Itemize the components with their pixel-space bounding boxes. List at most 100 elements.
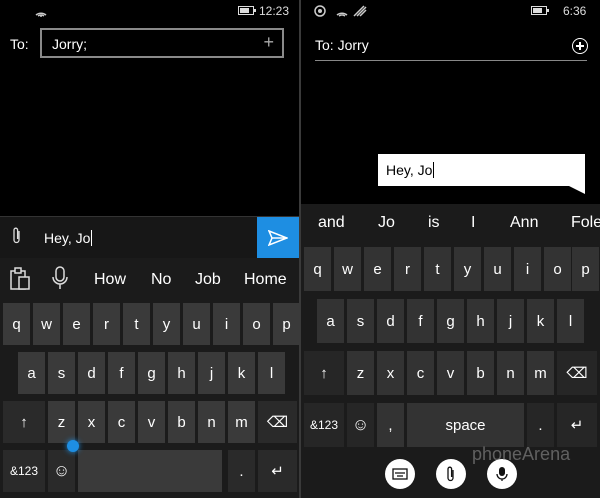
- key-s[interactable]: s: [347, 299, 374, 343]
- key-b[interactable]: b: [168, 401, 195, 443]
- shift-key[interactable]: ↑: [304, 351, 344, 395]
- key-v[interactable]: v: [138, 401, 165, 443]
- suggestion-6[interactable]: Fole: [571, 214, 600, 232]
- key-z[interactable]: z: [48, 401, 75, 443]
- key-j[interactable]: j: [198, 352, 225, 394]
- backspace-key[interactable]: ⌫: [258, 401, 297, 443]
- key-q[interactable]: q: [304, 247, 331, 291]
- key-z[interactable]: z: [347, 351, 374, 395]
- key-o[interactable]: o: [544, 247, 571, 291]
- key-l[interactable]: l: [258, 352, 285, 394]
- suggestion-bar: How No Job Home: [0, 258, 299, 300]
- attach-icon: [447, 466, 454, 482]
- microphone-icon[interactable]: [52, 266, 68, 290]
- key-i[interactable]: i: [213, 303, 240, 345]
- key-x[interactable]: x: [377, 351, 404, 395]
- attach-icon[interactable]: [12, 227, 22, 250]
- key-b[interactable]: b: [467, 351, 494, 395]
- key-d[interactable]: d: [377, 299, 404, 343]
- period-key[interactable]: .: [228, 450, 255, 492]
- backspace-key[interactable]: ⌫: [557, 351, 597, 395]
- suggestion-2[interactable]: Jo: [378, 214, 395, 232]
- suggestion-3[interactable]: Job: [195, 271, 221, 289]
- key-g[interactable]: g: [437, 299, 464, 343]
- space-key[interactable]: [78, 450, 222, 492]
- clipboard-icon[interactable]: [9, 267, 31, 291]
- message-input[interactable]: Hey, Jo: [44, 230, 93, 246]
- clock: 6:36: [563, 4, 587, 18]
- key-c[interactable]: c: [407, 351, 434, 395]
- key-a[interactable]: a: [317, 299, 344, 343]
- key-h[interactable]: h: [168, 352, 195, 394]
- key-c[interactable]: c: [108, 401, 135, 443]
- key-o[interactable]: o: [243, 303, 270, 345]
- key-k[interactable]: k: [527, 299, 554, 343]
- suggestion-1[interactable]: and: [318, 214, 345, 232]
- key-i[interactable]: i: [514, 247, 541, 291]
- suggestion-3[interactable]: is: [428, 214, 440, 232]
- send-icon: [268, 230, 288, 246]
- emoji-key[interactable]: ☺: [347, 403, 374, 447]
- recipient-field[interactable]: Jorry; +: [40, 28, 284, 58]
- key-t[interactable]: t: [123, 303, 150, 345]
- recipient-value: Jorry: [337, 37, 369, 53]
- key-m[interactable]: m: [527, 351, 554, 395]
- key-x[interactable]: x: [78, 401, 105, 443]
- message-bubble-input[interactable]: Hey, Jo: [378, 154, 585, 186]
- shift-key[interactable]: ↑: [3, 401, 45, 443]
- key-r[interactable]: r: [93, 303, 120, 345]
- cursor-marker-icon: [67, 440, 79, 452]
- compose-bar: Hey, Jo: [0, 216, 299, 259]
- key-u[interactable]: u: [484, 247, 511, 291]
- suggestion-5[interactable]: Ann: [510, 214, 538, 232]
- recipient-field[interactable]: To: Jorry: [315, 37, 369, 53]
- key-k[interactable]: k: [228, 352, 255, 394]
- key-a[interactable]: a: [18, 352, 45, 394]
- key-w[interactable]: w: [33, 303, 60, 345]
- suggestion-2[interactable]: No: [151, 271, 171, 289]
- key-n[interactable]: n: [198, 401, 225, 443]
- key-f[interactable]: f: [407, 299, 434, 343]
- send-button[interactable]: [257, 217, 299, 259]
- enter-key[interactable]: ↵: [557, 403, 597, 447]
- key-p[interactable]: p: [273, 303, 299, 345]
- numbers-key[interactable]: &123: [304, 403, 344, 447]
- key-e[interactable]: e: [364, 247, 391, 291]
- key-t[interactable]: t: [424, 247, 451, 291]
- key-y[interactable]: y: [153, 303, 180, 345]
- key-q[interactable]: q: [3, 303, 30, 345]
- enter-key[interactable]: ↵: [258, 450, 297, 492]
- key-e[interactable]: e: [63, 303, 90, 345]
- comma-key[interactable]: ,: [377, 403, 404, 447]
- key-w[interactable]: w: [334, 247, 361, 291]
- key-u[interactable]: u: [183, 303, 210, 345]
- key-l[interactable]: l: [557, 299, 584, 343]
- period-key[interactable]: .: [527, 403, 554, 447]
- key-r[interactable]: r: [394, 247, 421, 291]
- key-v[interactable]: v: [437, 351, 464, 395]
- key-h[interactable]: h: [467, 299, 494, 343]
- key-m[interactable]: m: [228, 401, 255, 443]
- key-p[interactable]: p: [572, 247, 599, 291]
- attach-button[interactable]: [436, 459, 466, 489]
- emoji-key[interactable]: ☺: [48, 450, 75, 492]
- suggestion-4[interactable]: Home: [244, 271, 287, 289]
- keyboard-toggle-button[interactable]: [385, 459, 415, 489]
- key-d[interactable]: d: [78, 352, 105, 394]
- key-n[interactable]: n: [497, 351, 524, 395]
- key-y[interactable]: y: [454, 247, 481, 291]
- key-g[interactable]: g: [138, 352, 165, 394]
- numbers-key[interactable]: &123: [3, 450, 45, 492]
- key-s[interactable]: s: [48, 352, 75, 394]
- status-bar: 6:36: [301, 0, 600, 20]
- add-recipient-icon[interactable]: +: [263, 32, 274, 53]
- battery-icon: [531, 6, 549, 15]
- key-j[interactable]: j: [497, 299, 524, 343]
- suggestion-1[interactable]: How: [94, 271, 126, 289]
- space-key[interactable]: space: [407, 403, 524, 447]
- suggestion-4[interactable]: I: [471, 214, 475, 232]
- add-recipient-icon[interactable]: [572, 38, 588, 54]
- keyboard: q w e r t y u i o p a s d f g h j k l ↑ …: [0, 300, 299, 498]
- to-label: To:: [315, 37, 334, 53]
- key-f[interactable]: f: [108, 352, 135, 394]
